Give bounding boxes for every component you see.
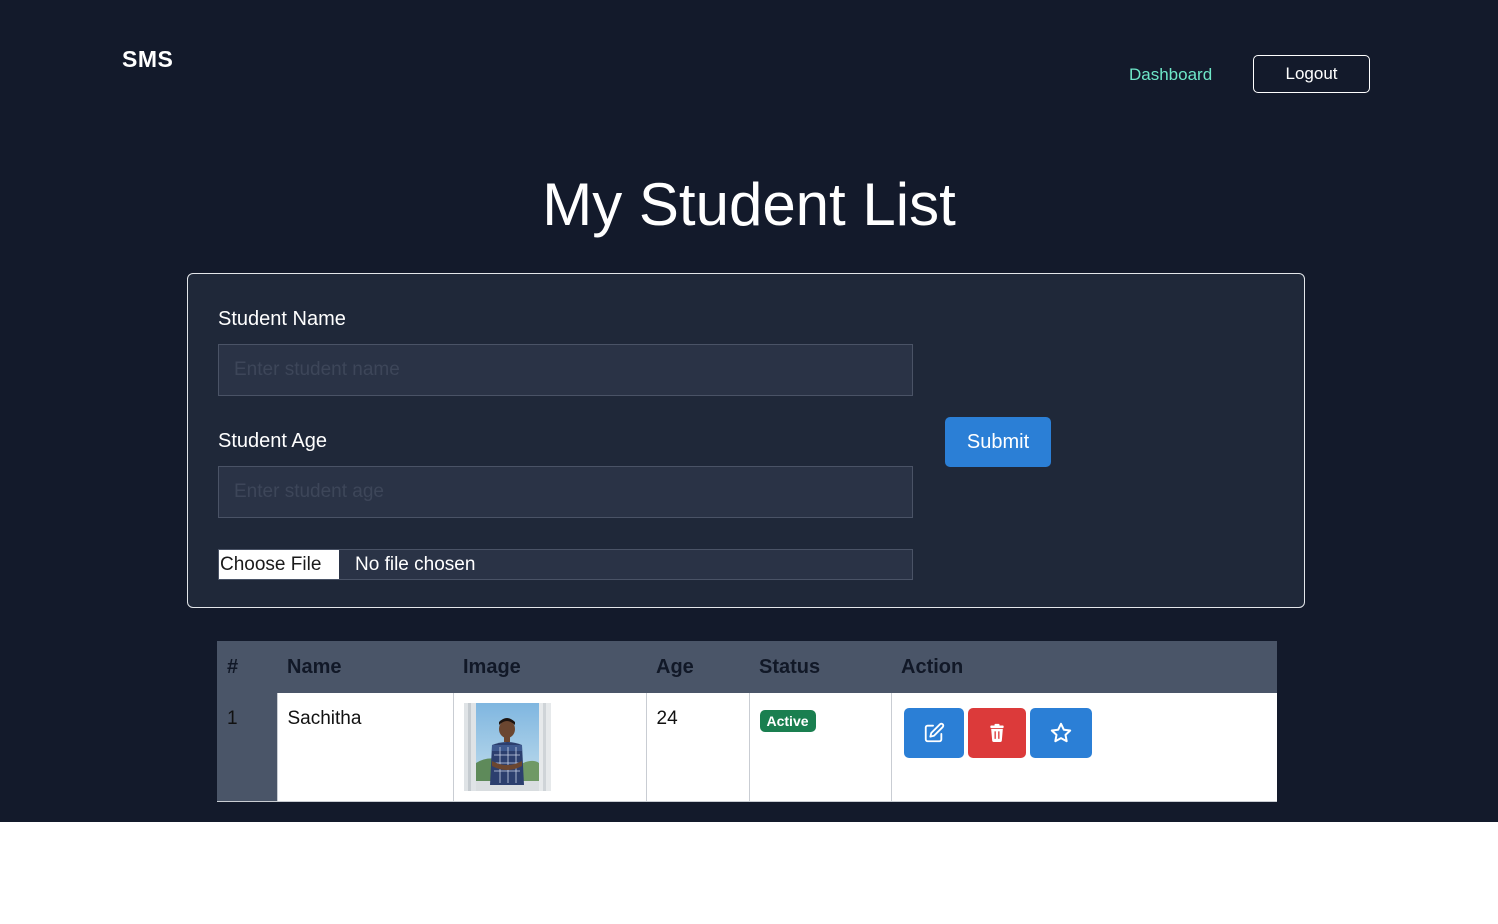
student-age-input[interactable] — [218, 466, 913, 518]
row-index: 1 — [217, 693, 277, 802]
student-name-label: Student Name — [218, 308, 346, 330]
logout-button[interactable]: Logout — [1253, 55, 1370, 93]
status-badge: Active — [759, 710, 816, 732]
column-header-name: Name — [287, 655, 342, 678]
column-header-index: # — [227, 655, 239, 678]
table-row: 1 Sachitha 24 Active — [217, 693, 1277, 802]
student-name-cell: Sachitha — [276, 693, 453, 802]
trash-icon — [989, 723, 1004, 742]
column-header-age: Age — [656, 655, 694, 678]
student-form-card: Student Name Student Age Choose File No … — [187, 273, 1305, 608]
row-actions — [903, 708, 1268, 758]
star-icon — [1050, 722, 1071, 743]
app-root: SMS Dashboard Logout My Student List Stu… — [0, 0, 1498, 822]
edit-button[interactable] — [903, 708, 964, 758]
file-status-text: No file chosen — [355, 554, 476, 575]
column-header-image: Image — [463, 655, 521, 678]
student-age-label: Student Age — [218, 430, 327, 452]
student-status-cell: Active — [748, 693, 891, 802]
choose-file-button[interactable]: Choose File — [219, 550, 339, 579]
column-header-status: Status — [759, 655, 821, 678]
edit-icon — [924, 722, 944, 743]
student-photo — [463, 703, 551, 791]
nav-dashboard-link[interactable]: Dashboard — [1129, 65, 1212, 85]
submit-button[interactable]: Submit — [945, 417, 1051, 467]
brand-logo[interactable]: SMS — [122, 46, 173, 73]
favorite-button[interactable] — [1029, 708, 1092, 758]
student-age-cell: 24 — [645, 693, 749, 802]
delete-button[interactable] — [967, 708, 1026, 758]
table-header-row: # Name Image Age Status Action — [217, 641, 1277, 693]
student-table: # Name Image Age Status Action 1 Sachith… — [217, 641, 1277, 802]
student-image-cell — [452, 693, 646, 802]
column-header-action: Action — [901, 655, 964, 678]
page-title: My Student List — [542, 171, 956, 238]
student-action-cell — [890, 693, 1277, 802]
student-name-input[interactable] — [218, 344, 913, 396]
image-file-input[interactable]: Choose File No file chosen — [218, 549, 913, 580]
student-table-container: # Name Image Age Status Action 1 Sachith… — [217, 641, 1277, 802]
